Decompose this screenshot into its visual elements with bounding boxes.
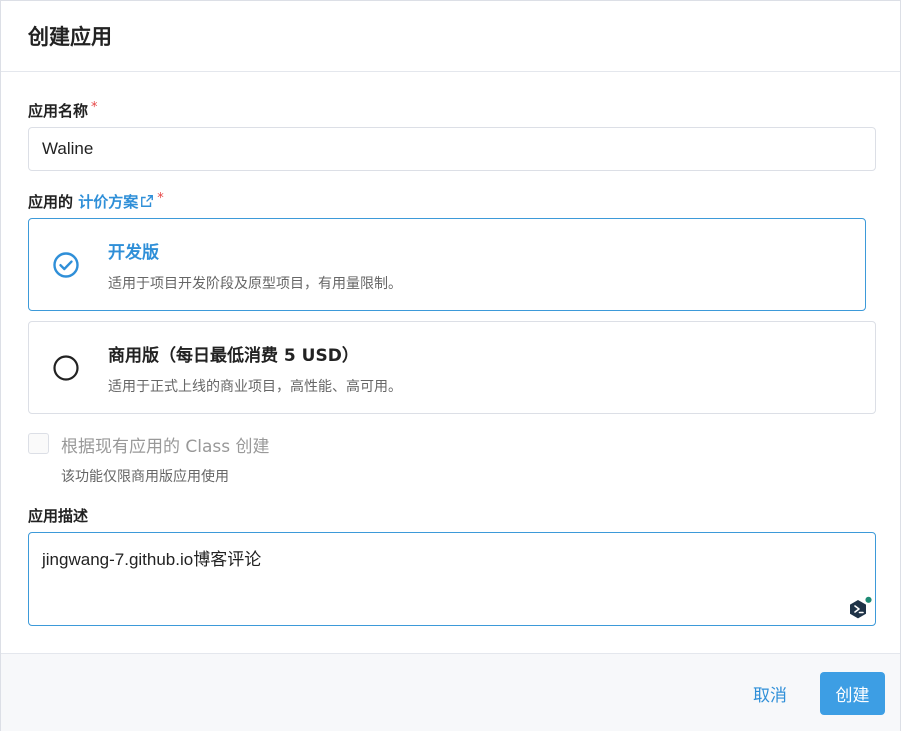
plan-description: 适用于正式上线的商业项目，高性能、高可用。 [108,379,402,395]
app-name-input[interactable] [28,127,876,171]
plan-description: 适用于项目开发阶段及原型项目，有用量限制。 [108,276,402,292]
cancel-button[interactable]: 取消 [739,672,801,714]
dialog-footer: 取消 创建 [1,653,900,731]
plan-option-commercial[interactable]: 商用版（每日最低消费 5 USD） 适用于正式上线的商业项目，高性能、高可用。 [28,321,876,414]
pricing-label: 应用的 计价方案 * [28,191,164,212]
extension-badge-icon[interactable] [848,596,874,624]
app-name-label-text: 应用名称 [28,102,89,120]
clone-class-checkbox[interactable] [28,433,49,454]
pricing-plan-link[interactable]: 计价方案 [78,193,154,211]
description-label: 应用描述 [28,507,89,525]
create-app-dialog: 创建应用 应用名称* 应用的 计价方案* 开发版 适用于项目开发阶段及原型项目，… [0,0,901,731]
description-textarea[interactable]: jingwang-7.github.io博客评论 [28,532,876,626]
pricing-label-prefix: 应用的 [28,193,74,211]
clone-class-label: 根据现有应用的 Class 创建 [61,437,270,457]
required-mark: * [91,100,98,115]
plan-name: 商用版（每日最低消费 5 USD） [108,346,359,366]
app-name-label: 应用名称 * [28,100,98,121]
dialog-title: 创建应用 [28,25,112,49]
check-circle-icon [53,252,79,278]
required-mark: * [157,191,164,206]
external-link-icon [141,195,154,207]
empty-circle-icon [53,355,79,381]
dialog-header: 创建应用 [1,1,900,72]
create-button[interactable]: 创建 [820,672,885,715]
plan-name: 开发版 [108,243,159,263]
clone-class-hint: 该功能仅限商用版应用使用 [61,469,229,485]
plan-option-dev[interactable]: 开发版 适用于项目开发阶段及原型项目，有用量限制。 [28,218,866,311]
pricing-plan-link-text: 计价方案 [78,193,139,211]
